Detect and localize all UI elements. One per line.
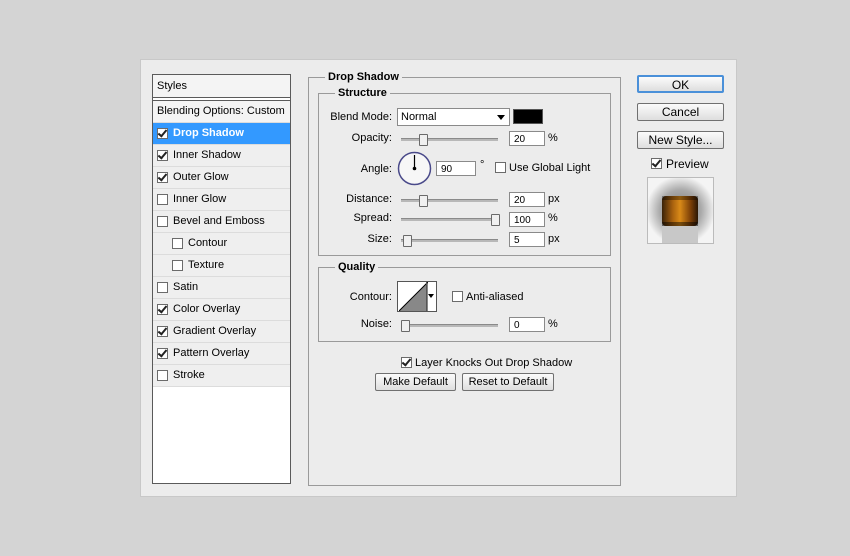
style-item-texture[interactable]: Texture bbox=[153, 255, 290, 277]
angle-label: Angle: bbox=[360, 163, 392, 175]
reset-to-default-button[interactable]: Reset to Default bbox=[462, 373, 554, 391]
chevron-down-icon bbox=[428, 294, 434, 298]
style-item-checkbox[interactable] bbox=[172, 238, 183, 249]
style-item-checkbox[interactable] bbox=[157, 172, 168, 183]
style-item-label: Pattern Overlay bbox=[173, 347, 250, 359]
styles-header[interactable]: Styles bbox=[153, 75, 290, 98]
structure-title: Structure bbox=[335, 87, 390, 99]
ok-button[interactable]: OK bbox=[637, 75, 724, 93]
shadow-color-swatch[interactable] bbox=[513, 109, 543, 124]
size-label: Size: bbox=[367, 233, 392, 245]
style-item-checkbox[interactable] bbox=[172, 260, 183, 271]
layer-knocks-out-checkbox[interactable] bbox=[401, 357, 412, 368]
spread-slider-thumb[interactable] bbox=[491, 214, 500, 226]
style-item-color-overlay[interactable]: Color Overlay bbox=[153, 299, 290, 321]
style-item-label: Texture bbox=[188, 259, 225, 271]
angle-input[interactable]: 90 bbox=[436, 161, 476, 176]
chevron-down-icon bbox=[497, 115, 505, 120]
style-item-outer-glow[interactable]: Outer Glow bbox=[153, 167, 290, 189]
structure-group: Structure Blend Mode: Normal Opacity: 20… bbox=[318, 87, 611, 256]
style-item-label: Outer Glow bbox=[173, 171, 229, 183]
noise-slider-track[interactable] bbox=[401, 324, 498, 327]
quality-title: Quality bbox=[335, 261, 379, 273]
style-item-label: Contour bbox=[188, 237, 228, 249]
style-item-checkbox[interactable] bbox=[157, 326, 168, 337]
style-item-label: Stroke bbox=[173, 369, 205, 381]
degree-symbol: ° bbox=[480, 159, 485, 171]
style-item-inner-shadow[interactable]: Inner Shadow bbox=[153, 145, 290, 167]
distance-slider-thumb[interactable] bbox=[419, 195, 428, 207]
contour-picker[interactable] bbox=[397, 281, 437, 312]
style-item-pattern-overlay[interactable]: Pattern Overlay bbox=[153, 343, 290, 365]
style-item-checkbox[interactable] bbox=[157, 282, 168, 293]
style-item-label: Inner Glow bbox=[173, 193, 227, 205]
style-item-drop-shadow[interactable]: Drop Shadow bbox=[153, 123, 290, 145]
noise-unit: % bbox=[548, 318, 558, 330]
noise-input[interactable]: 0 bbox=[509, 317, 545, 332]
opacity-slider-track[interactable] bbox=[401, 138, 498, 141]
style-item-checkbox[interactable] bbox=[157, 370, 168, 381]
anti-aliased-label: Anti-aliased bbox=[466, 291, 524, 303]
make-default-button[interactable]: Make Default bbox=[375, 373, 456, 391]
quality-group: Quality Contour: Anti-aliased Noise: 0 % bbox=[318, 261, 611, 342]
style-item-label: Color Overlay bbox=[173, 303, 241, 315]
style-item-checkbox[interactable] bbox=[157, 216, 168, 227]
style-item-label: Drop Shadow bbox=[173, 127, 244, 139]
opacity-input[interactable]: 20 bbox=[509, 131, 545, 146]
style-item-inner-glow[interactable]: Inner Glow bbox=[153, 189, 290, 211]
styles-list: Styles Blending Options: Custom Drop Sha… bbox=[152, 74, 291, 484]
new-style-button[interactable]: New Style... bbox=[637, 131, 724, 149]
noise-label: Noise: bbox=[360, 318, 392, 330]
blend-mode-value: Normal bbox=[401, 111, 437, 123]
cancel-button[interactable]: Cancel bbox=[637, 103, 724, 121]
anti-aliased-checkbox[interactable] bbox=[452, 291, 463, 302]
opacity-label: Opacity: bbox=[351, 132, 392, 144]
style-item-bevel-and-emboss[interactable]: Bevel and Emboss bbox=[153, 211, 290, 233]
style-item-satin[interactable]: Satin bbox=[153, 277, 290, 299]
size-unit: px bbox=[548, 233, 560, 245]
opacity-unit: % bbox=[548, 132, 558, 144]
spread-unit: % bbox=[548, 212, 558, 224]
opacity-slider-thumb[interactable] bbox=[419, 134, 428, 146]
use-global-light-checkbox[interactable] bbox=[495, 162, 506, 173]
style-item-checkbox[interactable] bbox=[157, 304, 168, 315]
size-input[interactable]: 5 bbox=[509, 232, 545, 247]
style-item-checkbox[interactable] bbox=[157, 348, 168, 359]
layer-knocks-out-label: Layer Knocks Out Drop Shadow bbox=[415, 357, 573, 369]
style-item-checkbox[interactable] bbox=[157, 150, 168, 161]
size-slider-thumb[interactable] bbox=[402, 235, 412, 247]
angle-dial[interactable] bbox=[397, 151, 432, 186]
style-item-label: Gradient Overlay bbox=[173, 325, 257, 337]
noise-slider-thumb[interactable] bbox=[401, 320, 410, 332]
blending-options-item[interactable]: Blending Options: Custom bbox=[153, 100, 290, 123]
spread-slider-track[interactable] bbox=[401, 218, 498, 221]
use-global-light-label: Use Global Light bbox=[509, 162, 591, 174]
layer-style-dialog: Styles Blending Options: Custom Drop Sha… bbox=[140, 59, 737, 497]
style-item-contour[interactable]: Contour bbox=[153, 233, 290, 255]
contour-label: Contour: bbox=[349, 291, 392, 303]
size-slider-track[interactable] bbox=[401, 239, 498, 242]
style-item-label: Bevel and Emboss bbox=[173, 215, 265, 227]
style-preview-thumbnail bbox=[647, 177, 714, 244]
blend-mode-select[interactable]: Normal bbox=[397, 108, 510, 126]
distance-unit: px bbox=[548, 193, 560, 205]
style-item-checkbox[interactable] bbox=[157, 194, 168, 205]
style-item-gradient-overlay[interactable]: Gradient Overlay bbox=[153, 321, 290, 343]
distance-slider-track[interactable] bbox=[401, 199, 498, 202]
style-item-checkbox[interactable] bbox=[157, 128, 168, 139]
blend-mode-label: Blend Mode: bbox=[330, 111, 392, 123]
style-item-stroke[interactable]: Stroke bbox=[153, 365, 290, 387]
spread-label: Spread: bbox=[353, 212, 392, 224]
contour-curve-icon bbox=[399, 282, 428, 311]
style-item-label: Inner Shadow bbox=[173, 149, 241, 161]
style-item-label: Satin bbox=[173, 281, 199, 293]
distance-input[interactable]: 20 bbox=[509, 192, 545, 207]
distance-label: Distance: bbox=[346, 193, 392, 205]
spread-input[interactable]: 100 bbox=[509, 212, 545, 227]
preview-label: Preview bbox=[666, 157, 709, 171]
drop-shadow-group: Drop Shadow Structure Blend Mode: Normal… bbox=[308, 71, 621, 486]
drop-shadow-title: Drop Shadow bbox=[325, 71, 402, 83]
preview-checkbox[interactable] bbox=[651, 158, 662, 169]
